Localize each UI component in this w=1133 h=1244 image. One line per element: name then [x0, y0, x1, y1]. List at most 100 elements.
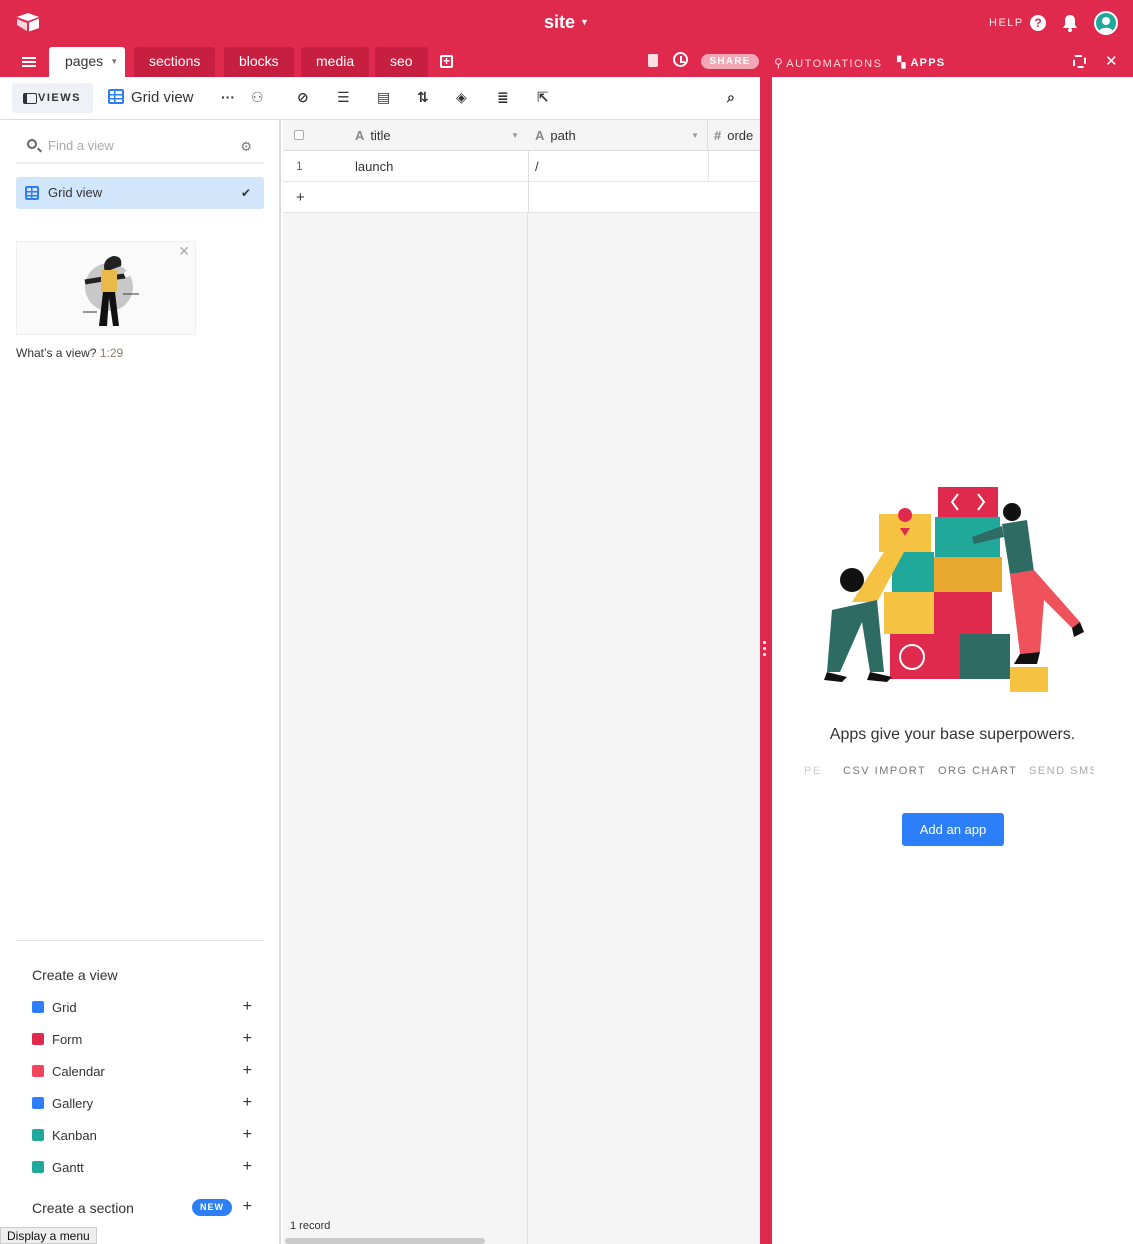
add-row[interactable]: +: [283, 182, 760, 213]
base-title[interactable]: site ▼: [0, 12, 1133, 33]
kanban-icon: [32, 1129, 44, 1141]
cell-path[interactable]: /: [535, 151, 539, 182]
select-all-checkbox[interactable]: [294, 130, 304, 140]
filter-icon[interactable]: ☰: [337, 89, 350, 106]
text-field-icon: A: [535, 128, 545, 143]
current-view-name[interactable]: Grid view: [108, 89, 194, 106]
hide-fields-icon[interactable]: ⊘: [297, 89, 309, 106]
share-view-icon[interactable]: ⇱: [537, 89, 549, 106]
tab-sections[interactable]: sections: [134, 47, 216, 77]
share-button[interactable]: SHARE: [701, 54, 759, 69]
fullscreen-icon[interactable]: [1073, 55, 1086, 68]
apps-illustration: [824, 487, 1084, 692]
gear-icon[interactable]: ⚙: [240, 135, 252, 159]
apps-icon: ▚: [897, 57, 911, 69]
row-number: 1: [296, 159, 303, 173]
collaborators-icon[interactable]: ⚇: [251, 89, 264, 106]
create-kanban-view[interactable]: Kanban +: [32, 1126, 252, 1144]
tooltip: Display a menu: [0, 1227, 97, 1244]
color-icon[interactable]: ◈: [456, 89, 467, 106]
grid-icon: [32, 1001, 44, 1013]
column-header-order[interactable]: # orde: [708, 120, 760, 151]
cell-title[interactable]: launch: [355, 151, 393, 182]
close-icon[interactable]: ✕: [1105, 52, 1118, 70]
marquee-item: ORG CHART: [938, 765, 1018, 777]
gantt-icon: [32, 1161, 44, 1173]
video-thumbnail[interactable]: ✕: [16, 241, 196, 335]
text-field-icon: A: [355, 128, 365, 143]
chevron-down-icon[interactable]: ▼: [691, 120, 699, 151]
find-view-input[interactable]: Find a view ⚙: [16, 134, 264, 164]
divider: [16, 940, 264, 941]
plus-icon[interactable]: +: [243, 1158, 252, 1176]
table-row[interactable]: 1 launch /: [283, 151, 760, 182]
marquee-item: SEND SMS: [1029, 765, 1094, 777]
row-height-icon[interactable]: ≣: [497, 89, 509, 106]
app-names-marquee: PE CSV IMPORT ORG CHART SEND SMS: [804, 765, 1094, 779]
create-calendar-view[interactable]: Calendar +: [32, 1062, 252, 1080]
calendar-icon: [32, 1065, 44, 1077]
group-icon[interactable]: ▤: [377, 89, 390, 106]
horizontal-scrollbar[interactable]: [285, 1238, 485, 1244]
bell-icon[interactable]: [1062, 14, 1078, 32]
more-options-icon[interactable]: ···: [221, 89, 235, 105]
help-label[interactable]: HELP: [989, 17, 1024, 29]
tab-blocks[interactable]: blocks: [224, 47, 294, 77]
chevron-down-icon: ▼: [580, 17, 589, 27]
chevron-down-icon[interactable]: ▼: [511, 120, 519, 151]
plus-icon[interactable]: +: [243, 1126, 252, 1144]
create-form-view[interactable]: Form +: [32, 1030, 252, 1048]
create-grid-view[interactable]: Grid +: [32, 998, 252, 1016]
create-section-button[interactable]: Create a section NEW +: [32, 1198, 252, 1216]
hamburger-menu-icon[interactable]: [22, 57, 36, 67]
apps-button[interactable]: ▚ APPS: [897, 56, 945, 69]
create-gantt-view[interactable]: Gantt +: [32, 1158, 252, 1176]
close-icon[interactable]: ✕: [178, 243, 190, 260]
new-badge: NEW: [192, 1199, 232, 1216]
sidebar-item-grid-view[interactable]: Grid view ✔: [16, 177, 264, 209]
record-count: 1 record: [290, 1220, 331, 1232]
add-row-plus[interactable]: +: [296, 182, 305, 213]
add-table-icon[interactable]: +: [440, 55, 453, 68]
sort-icon[interactable]: ⇅: [417, 89, 429, 106]
marquee-item: CSV IMPORT: [843, 765, 927, 777]
create-gallery-view[interactable]: Gallery +: [32, 1094, 252, 1112]
history-icon[interactable]: [673, 52, 688, 67]
resize-handle-icon[interactable]: [763, 641, 767, 659]
check-icon: ✔: [240, 186, 251, 200]
tutorial-illustration: [83, 256, 139, 326]
column-header-path[interactable]: Apath ▼: [528, 120, 708, 151]
tab-seo[interactable]: seo: [375, 47, 428, 77]
add-app-button[interactable]: Add an app: [902, 813, 1004, 846]
avatar[interactable]: [1094, 11, 1118, 35]
plus-icon[interactable]: +: [243, 1062, 252, 1080]
apps-tagline: Apps give your base superpowers.: [829, 726, 1076, 743]
video-caption[interactable]: What’s a view? 1:29: [16, 346, 123, 360]
plus-icon[interactable]: +: [243, 1094, 252, 1112]
plus-icon[interactable]: +: [243, 1030, 252, 1048]
gallery-icon: [32, 1097, 44, 1109]
plus-icon[interactable]: +: [243, 1198, 252, 1216]
automations-button[interactable]: ⚲ AUTOMATIONS: [774, 56, 882, 70]
apps-panel: Apps give your base superpowers. PE CSV …: [772, 77, 1133, 1244]
apps-panel-border: [760, 77, 772, 1244]
search-icon[interactable]: ⌕: [727, 89, 735, 106]
frozen-column-divider[interactable]: [527, 120, 528, 1244]
chevron-down-icon[interactable]: ▼: [110, 47, 118, 76]
view-toolbar: VIEWS Grid view ··· ⚇ ⊘ ☰ ▤ ⇅ ◈ ≣ ⇱ ⌕: [0, 77, 760, 120]
grid-table: Atitle ▼ Apath ▼ # orde 1 launch / + 1 reco…: [283, 120, 760, 1244]
plus-icon[interactable]: +: [243, 998, 252, 1016]
form-icon: [32, 1033, 44, 1045]
user-avatar-icon: [1096, 13, 1116, 33]
column-header-title[interactable]: Atitle ▼: [355, 120, 527, 151]
cell-divider: [528, 182, 529, 213]
tab-pages[interactable]: pages ▼: [49, 47, 126, 77]
cell-divider: [708, 151, 709, 182]
trash-icon[interactable]: [648, 54, 658, 67]
views-sidebar: Find a view ⚙ Grid view ✔ ✕ What’s a vie…: [0, 120, 281, 1244]
top-bar: site ▼ HELP ?: [0, 0, 1133, 46]
views-toggle-button[interactable]: VIEWS: [12, 83, 93, 113]
help-icon[interactable]: ?: [1030, 15, 1046, 31]
tab-media[interactable]: media: [301, 47, 370, 77]
table-tab-bar: pages ▼ sections blocks media seo + SHARE…: [0, 46, 1133, 77]
